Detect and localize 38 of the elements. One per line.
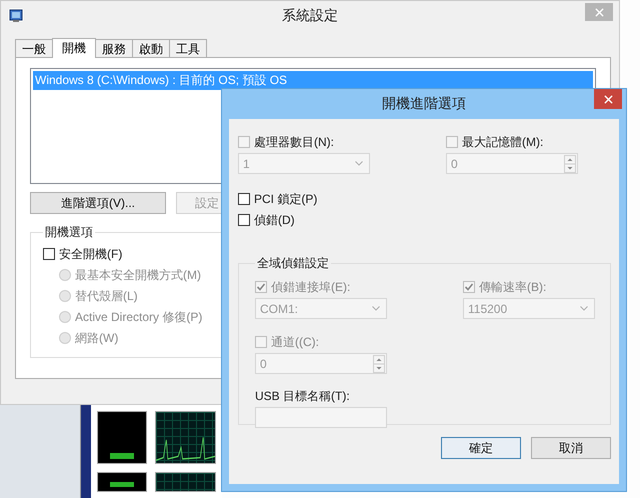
- checkbox-label: 偵錯(D): [254, 212, 295, 228]
- field-label: 處理器數目(N):: [254, 134, 334, 150]
- checkbox[interactable]: [238, 193, 250, 205]
- tab[interactable]: 啟動: [132, 39, 170, 57]
- close-icon: [604, 94, 612, 104]
- tab[interactable]: 工具: [169, 39, 207, 57]
- tab[interactable]: 一般: [15, 39, 53, 57]
- field-label: 偵錯連接埠(E):: [271, 278, 350, 296]
- tab[interactable]: 開機: [52, 38, 96, 58]
- chevron-down-icon: [372, 306, 380, 311]
- group-title: 開機選項: [44, 224, 94, 241]
- field-label: 傳輸速率(B):: [479, 278, 546, 296]
- chevron-down-icon: [580, 306, 588, 311]
- close-button[interactable]: [585, 3, 613, 21]
- window-title: 系統設定: [282, 7, 338, 25]
- close-button[interactable]: [594, 89, 622, 109]
- tab[interactable]: 服務: [95, 39, 133, 57]
- dialog-button[interactable]: 確定: [441, 437, 521, 459]
- radio-label: 網路(W): [75, 330, 118, 346]
- spin-arrows-icon: [564, 154, 576, 172]
- checkbox[interactable]: [238, 214, 250, 226]
- dialog-title: 開機進階選項: [382, 95, 466, 113]
- dialog-button[interactable]: 取消: [531, 437, 611, 459]
- checkbox-label: PCI 鎖定(P): [254, 190, 318, 208]
- monitor-icon: [9, 9, 23, 23]
- close-icon: [594, 8, 604, 16]
- spin-arrows-icon: [373, 354, 385, 372]
- options-button[interactable]: 進階選項(V)...: [30, 192, 166, 214]
- radio-label: 最基本安全開機方式(M): [75, 266, 201, 284]
- checkbox-label: 安全開機(F): [59, 246, 122, 262]
- chevron-down-icon: [355, 161, 363, 166]
- checkbox[interactable]: [43, 248, 55, 260]
- field-label: 通道((C):: [271, 334, 319, 350]
- radio-label: Active Directory 修復(P): [75, 308, 202, 326]
- radio-label: 替代殼層(L): [75, 288, 138, 304]
- group-title: 全域偵錯設定: [256, 255, 330, 272]
- field-label: USB 目標名稱(T):: [255, 388, 351, 405]
- field-label: 最大記憶體(M):: [462, 134, 544, 150]
